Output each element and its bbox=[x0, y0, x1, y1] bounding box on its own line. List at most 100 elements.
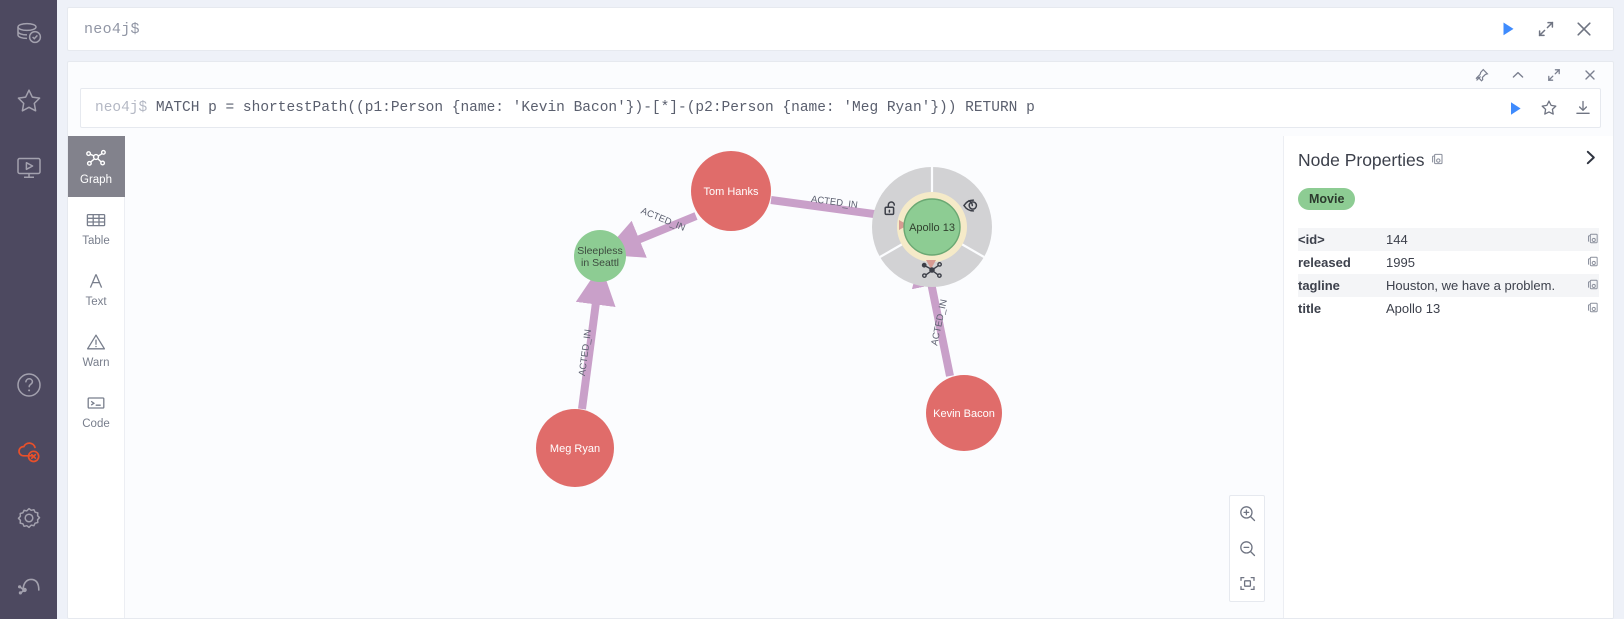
close-frame-icon[interactable] bbox=[1581, 66, 1599, 84]
graph-canvas[interactable]: ACTED_IN ACTED_IN ACTED_IN ACTED_IN Tom … bbox=[125, 136, 1283, 618]
warning-icon bbox=[86, 334, 106, 350]
tab-table[interactable]: Table bbox=[68, 197, 125, 258]
save-favorite-button[interactable] bbox=[1532, 91, 1566, 125]
editor-close-button[interactable] bbox=[1565, 10, 1603, 48]
graph-svg: ACTED_IN ACTED_IN ACTED_IN ACTED_IN Tom … bbox=[536, 151, 1002, 487]
gear-icon bbox=[14, 504, 44, 534]
about-icon bbox=[14, 571, 44, 601]
chevron-right-icon bbox=[1586, 150, 1595, 165]
graph-node-sleepless-in-seattle[interactable]: Sleepless in Seattl bbox=[574, 230, 626, 282]
tab-code-label: Code bbox=[82, 417, 110, 430]
table-row: <id> 144 bbox=[1298, 228, 1599, 251]
node-label: Meg Ryan bbox=[550, 443, 600, 455]
node-label: Apollo 13 bbox=[909, 222, 955, 234]
run-query-button[interactable] bbox=[1498, 91, 1532, 125]
property-value: 1995 bbox=[1386, 255, 1415, 270]
copy-icon bbox=[1587, 256, 1598, 267]
text-icon bbox=[89, 273, 103, 288]
guides-icon bbox=[14, 153, 44, 183]
tab-warn[interactable]: Warn bbox=[68, 319, 125, 380]
query-prompt: neo4j$ bbox=[95, 100, 148, 116]
star-icon bbox=[1541, 100, 1557, 115]
zoom-in-button[interactable] bbox=[1230, 496, 1264, 531]
sidebar-item-settings[interactable] bbox=[0, 485, 57, 552]
sidebar-item-connection-status[interactable] bbox=[0, 418, 57, 485]
table-icon bbox=[86, 213, 106, 226]
tab-text-label: Text bbox=[85, 295, 107, 308]
graph-node-meg-ryan[interactable]: Meg Ryan bbox=[536, 409, 614, 487]
query-text[interactable]: neo4j$ MATCH p = shortestPath((p1:Person… bbox=[81, 100, 1498, 116]
tab-text[interactable]: Text bbox=[68, 258, 125, 319]
table-row: title Apollo 13 bbox=[1298, 297, 1599, 320]
graph-node-tom-hanks[interactable]: Tom Hanks bbox=[691, 151, 771, 231]
copy-property-button[interactable] bbox=[1577, 228, 1599, 251]
property-key: title bbox=[1298, 301, 1322, 316]
tab-graph[interactable]: Graph bbox=[68, 136, 125, 197]
table-row: tagline Houston, we have a problem. bbox=[1298, 274, 1599, 297]
properties-title: Node Properties bbox=[1298, 150, 1425, 170]
pin-frame-icon[interactable] bbox=[1473, 66, 1491, 84]
node-properties-panel: Node Properties Movie <id> 144 released … bbox=[1283, 136, 1613, 618]
graph-icon bbox=[86, 149, 106, 166]
download-button[interactable] bbox=[1566, 91, 1600, 125]
copy-property-button[interactable] bbox=[1577, 251, 1599, 274]
frame-body: Graph Table Text Warn Code ACTED_IN ACTE… bbox=[68, 136, 1613, 618]
editor-run-button[interactable] bbox=[1489, 10, 1527, 48]
code-icon bbox=[87, 397, 105, 409]
property-key: released bbox=[1298, 255, 1351, 270]
download-icon bbox=[1576, 100, 1590, 114]
cloud-disconnected-icon bbox=[14, 437, 44, 467]
collapse-frame-icon[interactable] bbox=[1509, 66, 1527, 84]
property-key: tagline bbox=[1298, 278, 1340, 293]
properties-table: <id> 144 released 1995 tagline Houston, … bbox=[1298, 228, 1599, 320]
result-frame: neo4j$ MATCH p = shortestPath((p1:Person… bbox=[67, 61, 1614, 619]
tab-code[interactable]: Code bbox=[68, 380, 125, 441]
database-icon bbox=[14, 19, 44, 49]
relationship-acted-in[interactable]: ACTED_IN bbox=[575, 264, 616, 410]
sidebar-item-about[interactable] bbox=[0, 552, 57, 619]
zoom-out-icon bbox=[1239, 541, 1255, 557]
property-value: Houston, we have a problem. bbox=[1386, 278, 1556, 293]
play-icon bbox=[1510, 101, 1521, 115]
copy-property-button[interactable] bbox=[1577, 274, 1599, 297]
help-icon bbox=[14, 370, 44, 400]
sidebar-item-guides[interactable] bbox=[0, 134, 57, 201]
graph-node-apollo-13[interactable]: Apollo 13 bbox=[872, 167, 992, 287]
editor-expand-button[interactable] bbox=[1527, 10, 1565, 48]
tab-graph-label: Graph bbox=[80, 173, 112, 186]
expand-icon bbox=[1538, 21, 1554, 37]
sidebar-item-database[interactable] bbox=[0, 0, 57, 67]
sidebar-item-help[interactable] bbox=[0, 351, 57, 418]
copy-icon bbox=[1587, 279, 1598, 290]
frame-toolbar bbox=[68, 62, 1613, 88]
sidebar-item-favorites[interactable] bbox=[0, 67, 57, 134]
zoom-fit-button[interactable] bbox=[1230, 566, 1264, 601]
query-cypher: MATCH p = shortestPath((p1:Person {name:… bbox=[155, 100, 1035, 116]
zoom-out-button[interactable] bbox=[1230, 531, 1264, 566]
main-area: neo4j$ neo4j$ MATCH p = shortestPath((p1… bbox=[57, 0, 1624, 619]
property-value: 144 bbox=[1386, 232, 1408, 247]
zoom-in-icon bbox=[1239, 506, 1255, 522]
favorites-icon bbox=[14, 86, 44, 116]
close-icon bbox=[1577, 22, 1591, 36]
copy-icon bbox=[1587, 302, 1598, 313]
play-icon bbox=[1503, 22, 1514, 36]
expand-frame-icon[interactable] bbox=[1545, 66, 1563, 84]
graph-node-kevin-bacon[interactable]: Kevin Bacon bbox=[926, 375, 1002, 451]
node-label-line2: in Seattl bbox=[581, 257, 619, 269]
zoom-fit-icon bbox=[1239, 576, 1255, 591]
table-row: released 1995 bbox=[1298, 251, 1599, 274]
copy-property-button[interactable] bbox=[1577, 297, 1599, 320]
copy-icon bbox=[1587, 233, 1598, 244]
copy-all-icon[interactable] bbox=[1431, 152, 1444, 170]
node-label-chip[interactable]: Movie bbox=[1298, 188, 1356, 210]
property-value: Apollo 13 bbox=[1386, 301, 1441, 316]
view-mode-sidebar: Graph Table Text Warn Code bbox=[68, 136, 125, 618]
tab-table-label: Table bbox=[82, 234, 110, 247]
neo4j-browser-window: neo4j$ neo4j$ MATCH p = shortestPath((p1… bbox=[0, 0, 1624, 619]
left-nav-rail bbox=[0, 0, 57, 619]
relationship-acted-in[interactable]: ACTED_IN bbox=[602, 206, 698, 258]
editor-prompt[interactable]: neo4j$ bbox=[84, 21, 1489, 38]
global-editor-bar[interactable]: neo4j$ bbox=[67, 7, 1614, 51]
collapse-panel-chevron[interactable] bbox=[1582, 149, 1599, 171]
